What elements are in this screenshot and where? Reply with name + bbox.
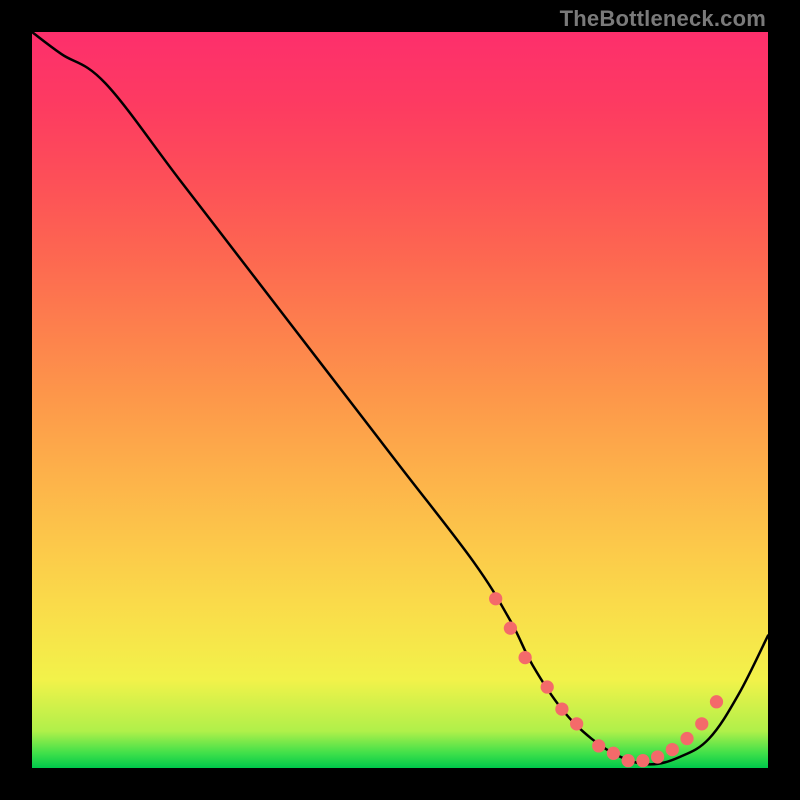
bottleneck-curve (32, 32, 768, 764)
marker-dot (622, 754, 635, 767)
marker-dot (710, 695, 723, 708)
curve-markers (489, 592, 723, 767)
watermark-text: TheBottleneck.com (560, 6, 766, 32)
marker-dot (651, 750, 664, 763)
chart-svg (32, 32, 768, 768)
marker-dot (607, 747, 620, 760)
marker-dot (636, 754, 649, 767)
marker-dot (504, 622, 517, 635)
marker-dot (555, 702, 568, 715)
plot-area (32, 32, 768, 768)
marker-dot (592, 739, 605, 752)
chart-stage: TheBottleneck.com (0, 0, 800, 800)
marker-dot (541, 680, 554, 693)
marker-dot (570, 717, 583, 730)
marker-dot (680, 732, 693, 745)
marker-dot (489, 592, 502, 605)
marker-dot (695, 717, 708, 730)
marker-dot (666, 743, 679, 756)
marker-dot (518, 651, 531, 664)
